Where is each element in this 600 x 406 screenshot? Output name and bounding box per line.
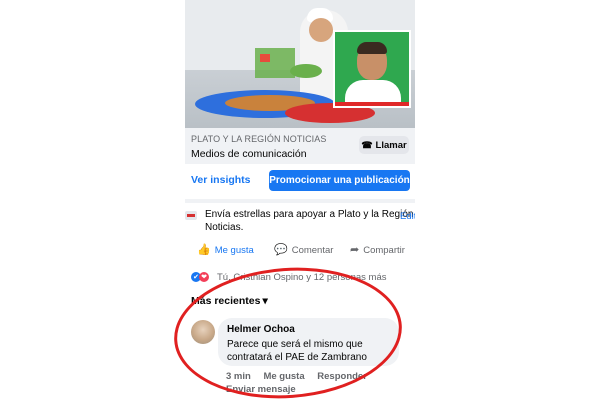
- comment-sort-dropdown[interactable]: Más recientes ▾: [191, 295, 268, 307]
- inset-portrait: [333, 30, 411, 108]
- call-button-label: Llamar: [375, 139, 407, 151]
- page-type: Medios de comunicación: [191, 148, 307, 160]
- edit-link[interactable]: Edit: [400, 211, 415, 222]
- inset-hair: [357, 42, 387, 54]
- comment-button[interactable]: 💬 Comentar: [274, 244, 334, 257]
- comment-label: Comentar: [291, 245, 334, 256]
- photo-item: [260, 54, 270, 62]
- divider: [185, 199, 415, 203]
- share-label: Compartir: [363, 245, 405, 256]
- like-label: Me gusta: [214, 245, 254, 256]
- promote-post-button[interactable]: Promocionar una publicación: [269, 170, 410, 191]
- comment-icon: 💬: [274, 244, 288, 256]
- comment-reply-link[interactable]: Responder: [317, 371, 367, 382]
- like-icon: 👍: [197, 244, 211, 256]
- post-actions: 👍 Me gusta 💬 Comentar ➦ Compartir: [185, 241, 415, 263]
- comment-author[interactable]: Helmer Ochoa: [227, 324, 295, 335]
- photo-bowl: [290, 64, 322, 78]
- sort-label: Más recientes: [191, 295, 261, 307]
- page-category: PLATO Y LA REGIÓN NOTICIAS: [191, 134, 327, 144]
- stars-icon: [185, 211, 197, 220]
- reactions-summary[interactable]: Tú, Cristhian Ospino y 12 personas más: [217, 272, 387, 283]
- comment-text: Parece que será el mismo que contratará …: [227, 339, 367, 363]
- photo-shelf: [255, 48, 295, 78]
- call-button[interactable]: ☎ Llamar: [359, 136, 409, 154]
- page-info-bar[interactable]: PLATO Y LA REGIÓN NOTICIAS Medios de com…: [185, 128, 415, 164]
- inset-red-band: [335, 102, 409, 106]
- comment-meta: 3 min Me gusta Responder: [226, 371, 377, 382]
- post-photo[interactable]: [185, 0, 415, 128]
- comment-like-link[interactable]: Me gusta: [263, 371, 304, 382]
- love-reaction-icon: ❤: [199, 272, 209, 282]
- facebook-post-screen: PLATO Y LA REGIÓN NOTICIAS Medios de com…: [185, 0, 415, 400]
- stars-prompt[interactable]: Envía estrellas para apoyar a Plato y la…: [205, 208, 415, 234]
- send-message-link[interactable]: Enviar mensaje: [226, 384, 296, 395]
- chevron-down-icon: ▾: [262, 295, 268, 307]
- phone-icon: ☎: [361, 139, 373, 150]
- like-button[interactable]: 👍 Me gusta: [197, 244, 254, 257]
- share-icon: ➦: [350, 244, 360, 256]
- share-button[interactable]: ➦ Compartir: [350, 244, 405, 257]
- photo-worker-face: [309, 18, 333, 42]
- avatar[interactable]: [191, 320, 215, 344]
- comment-bubble[interactable]: Helmer Ochoa Parece que será el mismo qu…: [218, 318, 399, 366]
- reaction-icons[interactable]: ✔ ❤: [191, 272, 209, 282]
- comment-time: 3 min: [226, 371, 251, 382]
- view-insights-link[interactable]: Ver insights: [191, 174, 251, 186]
